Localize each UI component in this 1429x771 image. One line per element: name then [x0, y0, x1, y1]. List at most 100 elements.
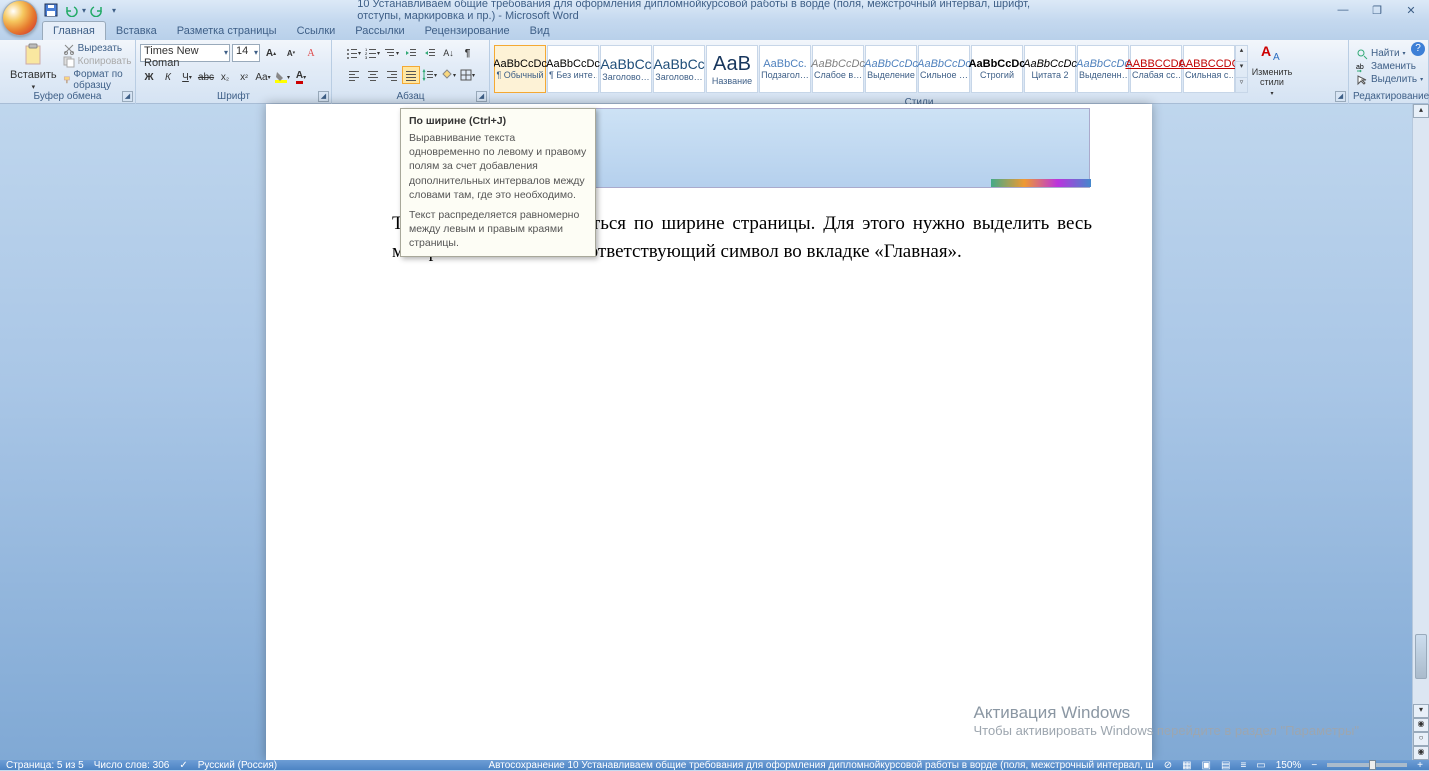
- font-name-combo[interactable]: Times New Roman▾: [140, 44, 230, 62]
- zoom-out-button[interactable]: −: [1311, 760, 1317, 771]
- increase-indent-button[interactable]: [421, 44, 439, 62]
- clear-format-button[interactable]: A: [302, 44, 320, 62]
- tab-разметка-страницы[interactable]: Разметка страницы: [167, 22, 287, 40]
- status-words[interactable]: Число слов: 306: [94, 760, 170, 771]
- close-button[interactable]: ✕: [1397, 2, 1425, 18]
- style-заголово[interactable]: AaBbCcЗаголово…: [600, 45, 652, 93]
- style-слабаясс[interactable]: AABBCCDCСлабая сс…: [1130, 45, 1182, 93]
- style-безинте[interactable]: AaBbCcDc¶ Без инте…: [547, 45, 599, 93]
- zoom-level[interactable]: 150%: [1276, 760, 1302, 771]
- spellcheck-icon[interactable]: ✓: [179, 760, 187, 771]
- group-paragraph: ▾ 123▾ ▾ А↓ ¶ ▾ ▾ ▾ Абзац ◢: [332, 40, 490, 104]
- paragraph-launcher[interactable]: ◢: [476, 91, 487, 102]
- zoom-slider[interactable]: [1327, 763, 1407, 767]
- style-выделенн[interactable]: AaBbCcDcВыделенн…: [1077, 45, 1129, 93]
- view-print-layout[interactable]: ▦: [1182, 760, 1191, 771]
- prev-page-button[interactable]: ◉: [1413, 718, 1429, 732]
- tab-рассылки[interactable]: Рассылки: [345, 22, 414, 40]
- scroll-up[interactable]: ▴: [1413, 104, 1429, 118]
- tab-главная[interactable]: Главная: [42, 21, 106, 40]
- view-outline[interactable]: ≡: [1240, 760, 1246, 771]
- cut-button[interactable]: Вырезать: [63, 43, 132, 55]
- tab-вид[interactable]: Вид: [520, 22, 560, 40]
- multilevel-button[interactable]: ▾: [383, 44, 401, 62]
- track-changes-icon[interactable]: ⊘: [1164, 760, 1172, 771]
- line-spacing-button[interactable]: ▾: [421, 66, 439, 84]
- styles-launcher[interactable]: ◢: [1335, 91, 1346, 102]
- numbering-button[interactable]: 123▾: [364, 44, 382, 62]
- style-слабоев[interactable]: AaBbCcDcСлабое в…: [812, 45, 864, 93]
- grow-font-button[interactable]: A▴: [262, 44, 280, 62]
- align-center-button[interactable]: [364, 66, 382, 84]
- zoom-in-button[interactable]: +: [1417, 760, 1423, 771]
- gallery-up[interactable]: ▴: [1236, 46, 1247, 62]
- change-case-button[interactable]: Aa▾: [254, 68, 272, 86]
- tab-ссылки[interactable]: Ссылки: [287, 22, 346, 40]
- show-marks-button[interactable]: ¶: [459, 44, 477, 62]
- style-цитата2[interactable]: AaBbCcDcЦитата 2: [1024, 45, 1076, 93]
- italic-button[interactable]: К: [159, 68, 177, 86]
- redo-button[interactable]: [88, 1, 106, 19]
- font-color-button[interactable]: A▾: [292, 68, 310, 86]
- align-right-button[interactable]: [383, 66, 401, 84]
- select-button[interactable]: Выделить▾: [1356, 74, 1423, 86]
- status-autosave: Автосохранение 10 Устанавливаем общие тр…: [488, 760, 1153, 771]
- shading-button[interactable]: ▾: [440, 66, 458, 84]
- page[interactable]: [266, 104, 1152, 760]
- gallery-more[interactable]: ▿: [1236, 78, 1247, 93]
- zoom-thumb[interactable]: [1369, 760, 1376, 770]
- tab-вставка[interactable]: Вставка: [106, 22, 167, 40]
- maximize-button[interactable]: ❐: [1363, 2, 1391, 18]
- style-сильное[interactable]: AaBbCcDcСильное …: [918, 45, 970, 93]
- scroll-down[interactable]: ▾: [1413, 704, 1429, 718]
- style-подзагол[interactable]: AaBbCc.Подзагол…: [759, 45, 811, 93]
- highlight-button[interactable]: ▾: [273, 68, 291, 86]
- status-language[interactable]: Русский (Россия): [198, 760, 277, 771]
- superscript-button[interactable]: x²: [235, 68, 253, 86]
- paste-button[interactable]: Вставить ▾: [4, 43, 63, 91]
- gallery-down[interactable]: ▾: [1236, 62, 1247, 78]
- vertical-scrollbar[interactable]: ▴ ▾ ◉ ○ ◉: [1412, 104, 1429, 760]
- decrease-indent-button[interactable]: [402, 44, 420, 62]
- style-название[interactable]: АаВНазвание: [706, 45, 758, 93]
- ribbon-tabs: ГлавнаяВставкаРазметка страницыСсылкиРас…: [0, 20, 1429, 40]
- undo-button[interactable]: [62, 1, 80, 19]
- style-выделение[interactable]: AaBbCcDcВыделение: [865, 45, 917, 93]
- format-painter-button[interactable]: Формат по образцу: [63, 69, 132, 91]
- underline-button[interactable]: Ч▾: [178, 68, 196, 86]
- office-button[interactable]: [2, 0, 38, 36]
- style-gallery[interactable]: AaBbCcDc¶ ОбычныйAaBbCcDc¶ Без инте…AaBb…: [494, 45, 1235, 93]
- bullets-button[interactable]: ▾: [345, 44, 363, 62]
- status-page[interactable]: Страница: 5 из 5: [6, 760, 84, 771]
- style-заголово[interactable]: AaBbCcЗаголово…: [653, 45, 705, 93]
- borders-button[interactable]: ▾: [459, 66, 477, 84]
- view-draft[interactable]: ▭: [1256, 760, 1265, 771]
- view-web[interactable]: ▤: [1221, 760, 1230, 771]
- align-left-button[interactable]: [345, 66, 363, 84]
- replace-button[interactable]: abЗаменить: [1356, 61, 1423, 73]
- find-button[interactable]: Найти▾: [1356, 48, 1423, 60]
- style-строгий[interactable]: AaBbCcDcСтрогий: [971, 45, 1023, 93]
- embedded-image-strip: [991, 179, 1091, 187]
- style-обычный[interactable]: AaBbCcDc¶ Обычный: [494, 45, 546, 93]
- bold-button[interactable]: Ж: [140, 68, 158, 86]
- copy-button[interactable]: Копировать: [63, 56, 132, 68]
- change-styles-button[interactable]: AA Изменить стили▾: [1248, 42, 1296, 97]
- next-page-button[interactable]: ◉: [1413, 746, 1429, 760]
- tab-рецензирование[interactable]: Рецензирование: [415, 22, 520, 40]
- view-full-screen[interactable]: ▣: [1202, 760, 1211, 771]
- save-button[interactable]: [42, 1, 60, 19]
- clipboard-launcher[interactable]: ◢: [122, 91, 133, 102]
- align-justify-button[interactable]: [402, 66, 420, 84]
- font-size-combo[interactable]: 14▾: [232, 44, 260, 62]
- minimize-button[interactable]: —: [1329, 2, 1357, 18]
- sort-button[interactable]: А↓: [440, 44, 458, 62]
- browse-object-button[interactable]: ○: [1413, 732, 1429, 746]
- font-launcher[interactable]: ◢: [318, 91, 329, 102]
- subscript-button[interactable]: x₂: [216, 68, 234, 86]
- style-сильнаяс[interactable]: AABBCCDCСильная с…: [1183, 45, 1235, 93]
- strike-button[interactable]: abc: [197, 68, 215, 86]
- scroll-thumb[interactable]: [1415, 634, 1427, 679]
- document-area: [0, 104, 1429, 760]
- shrink-font-button[interactable]: A▾: [282, 44, 300, 62]
